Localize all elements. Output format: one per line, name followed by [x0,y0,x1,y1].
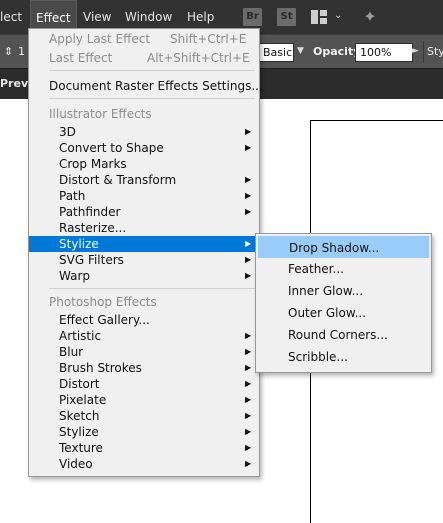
menu-item-video[interactable]: Video ▶ [29,456,259,472]
submenu-item-drop-shadow[interactable]: Drop Shadow... [258,236,429,258]
menu-item-label: Outer Glow... [288,306,367,320]
menu-item-label: Warp [59,269,91,283]
style-label: Sty [427,45,443,58]
menu-item-label: Crop Marks [59,157,127,171]
menu-item-label: Path [59,189,86,203]
opacity-field[interactable]: 100% [355,43,413,62]
chevron-right-icon: ▶ [245,207,252,216]
menu-item-sketch[interactable]: Sketch ▶ [29,408,259,424]
chevron-right-icon[interactable]: ► [412,46,419,56]
menu-item-label: Effect Gallery... [59,313,150,327]
submenu-item-round-corners[interactable]: Round Corners... [258,324,429,346]
menu-item-label: Inner Glow... [288,284,364,298]
chevron-down-icon[interactable]: ⌄ [334,10,342,21]
menu-item-label: Drop Shadow... [289,241,380,255]
menu-item-last-effect[interactable]: Last Effect Alt+Shift+Ctrl+E [29,50,259,66]
menu-separator [49,70,255,71]
menu-item-label: Brush Strokes [59,361,142,375]
chevron-right-icon: ▶ [245,175,252,184]
menu-item-label: Convert to Shape [59,141,164,155]
menu-item-label: Last Effect [49,51,113,65]
chevron-right-icon: ▶ [245,271,252,280]
menu-item-apply-last-effect[interactable]: Apply Last Effect Shift+Ctrl+E [29,31,259,47]
menu-item-label: Artistic [59,329,102,343]
menu-item-label: Distort & Transform [59,173,177,187]
menu-item-label: Blur [59,345,84,359]
gpu-performance-icon[interactable]: ✦ [360,7,380,27]
stroke-stepper-icon[interactable]: ⇕ [4,45,13,58]
chevron-right-icon: ▶ [245,331,252,340]
menu-separator [49,98,255,99]
submenu-item-outer-glow[interactable]: Outer Glow... [258,302,429,324]
chevron-right-icon: ▶ [245,347,252,356]
menu-item-convert-to-shape[interactable]: Convert to Shape ▶ [29,140,259,156]
menu-item-document-raster-effects-settings[interactable]: Document Raster Effects Settings... [29,78,263,94]
menu-item-crop-marks[interactable]: Crop Marks [29,156,259,172]
chevron-right-icon: ▶ [245,127,252,136]
chevron-right-icon: ▶ [245,395,252,404]
photoshop-effects-header: Photoshop Effects [49,295,157,309]
menu-item-svg-filters[interactable]: SVG Filters ▶ [29,252,259,268]
submenu-item-feather[interactable]: Feather... [258,258,429,280]
menu-item-label: Pixelate [59,393,107,407]
menu-item-stylize[interactable]: Stylize ▶ [29,236,259,252]
chevron-down-icon[interactable]: ▼ [297,46,304,56]
menu-item-path[interactable]: Path ▶ [29,188,259,204]
menu-item-label: Round Corners... [288,328,388,342]
menu-item-label: Texture [59,441,103,455]
chevron-right-icon: ▶ [245,427,252,436]
menu-separator [49,288,255,289]
menu-item-distort[interactable]: Distort ▶ [29,376,259,392]
menu-item-label: Video [59,457,93,471]
menu-item-pathfinder[interactable]: Pathfinder ▶ [29,204,259,220]
menu-item-blur[interactable]: Blur ▶ [29,344,259,360]
chevron-right-icon: ▶ [245,379,252,388]
menu-item-label: 3D [59,125,76,139]
menu-item-shortcut: Shift+Ctrl+E [170,32,247,46]
menu-item-label: SVG Filters [59,253,124,267]
bridge-icon[interactable]: Br [243,8,262,26]
menu-item-3d[interactable]: 3D ▶ [29,124,259,140]
menu-item-label: Sketch [59,409,100,423]
menu-item-label: Apply Last Effect [49,32,151,46]
menu-item-pixelate[interactable]: Pixelate ▶ [29,392,259,408]
chevron-right-icon: ▶ [245,143,252,152]
stock-icon[interactable]: St [277,8,296,26]
chevron-right-icon: ▶ [245,255,252,264]
chevron-right-icon: ▶ [245,239,252,248]
menu-select[interactable]: lect [0,0,22,34]
menu-item-label: Rasterize... [59,221,127,235]
workspace-grid-icon[interactable] [311,10,327,24]
menu-item-label: Distort [59,377,100,391]
menu-item-label: Pathfinder [59,205,121,219]
menu-item-label: Feather... [288,262,344,276]
menu-item-brush-strokes[interactable]: Brush Strokes ▶ [29,360,259,376]
chevron-right-icon: ▶ [245,363,252,372]
menu-item-distort-transform[interactable]: Distort & Transform ▶ [29,172,259,188]
chevron-right-icon: ▶ [245,459,252,468]
menu-item-warp[interactable]: Warp ▶ [29,268,259,284]
chevron-right-icon: ▶ [245,191,252,200]
menu-item-artistic[interactable]: Artistic ▶ [29,328,259,344]
menu-item-label: Stylize [59,425,99,439]
menu-item-effect-gallery[interactable]: Effect Gallery... [29,312,259,328]
menu-item-photoshop-stylize[interactable]: Stylize ▶ [29,424,259,440]
menu-item-shortcut: Alt+Shift+Ctrl+E [147,51,250,65]
style-field[interactable]: Basic [258,43,294,62]
submenu-item-scribble[interactable]: Scribble... [258,346,429,368]
divider [423,41,424,63]
menu-item-label: Document Raster Effects Settings... [49,79,263,93]
chevron-right-icon: ▶ [245,443,252,452]
menu-item-texture[interactable]: Texture ▶ [29,440,259,456]
effect-menu: Apply Last Effect Shift+Ctrl+E Last Effe… [28,28,263,477]
submenu-item-inner-glow[interactable]: Inner Glow... [258,280,429,302]
menu-item-rasterize[interactable]: Rasterize... [29,220,259,236]
stylize-submenu: Drop Shadow... Feather... Inner Glow... … [255,233,432,373]
menu-item-label: Stylize [59,237,99,251]
menu-item-label: Scribble... [288,350,348,364]
stroke-value[interactable]: 1 [18,45,25,58]
illustrator-effects-header: Illustrator Effects [49,107,152,121]
chevron-right-icon: ▶ [245,411,252,420]
